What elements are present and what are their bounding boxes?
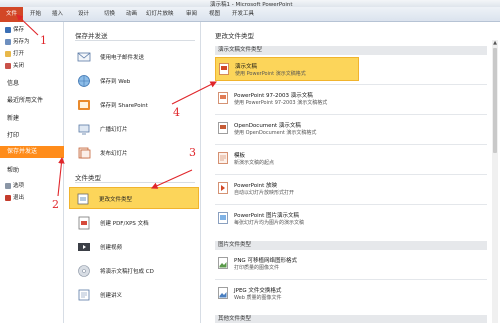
annotation-number-2: 2 [52, 198, 59, 211]
annotation-arrow-1 [16, 14, 39, 36]
annotation-arrow-3 [150, 169, 193, 189]
annotation-arrows [16, 14, 217, 197]
annotation-arrow-2 [57, 156, 65, 197]
annotation-arrow-4 [171, 81, 217, 105]
annotation-number-4: 4 [173, 106, 180, 119]
annotation-number-3: 3 [189, 146, 196, 159]
annotation-number-1: 1 [40, 34, 47, 47]
